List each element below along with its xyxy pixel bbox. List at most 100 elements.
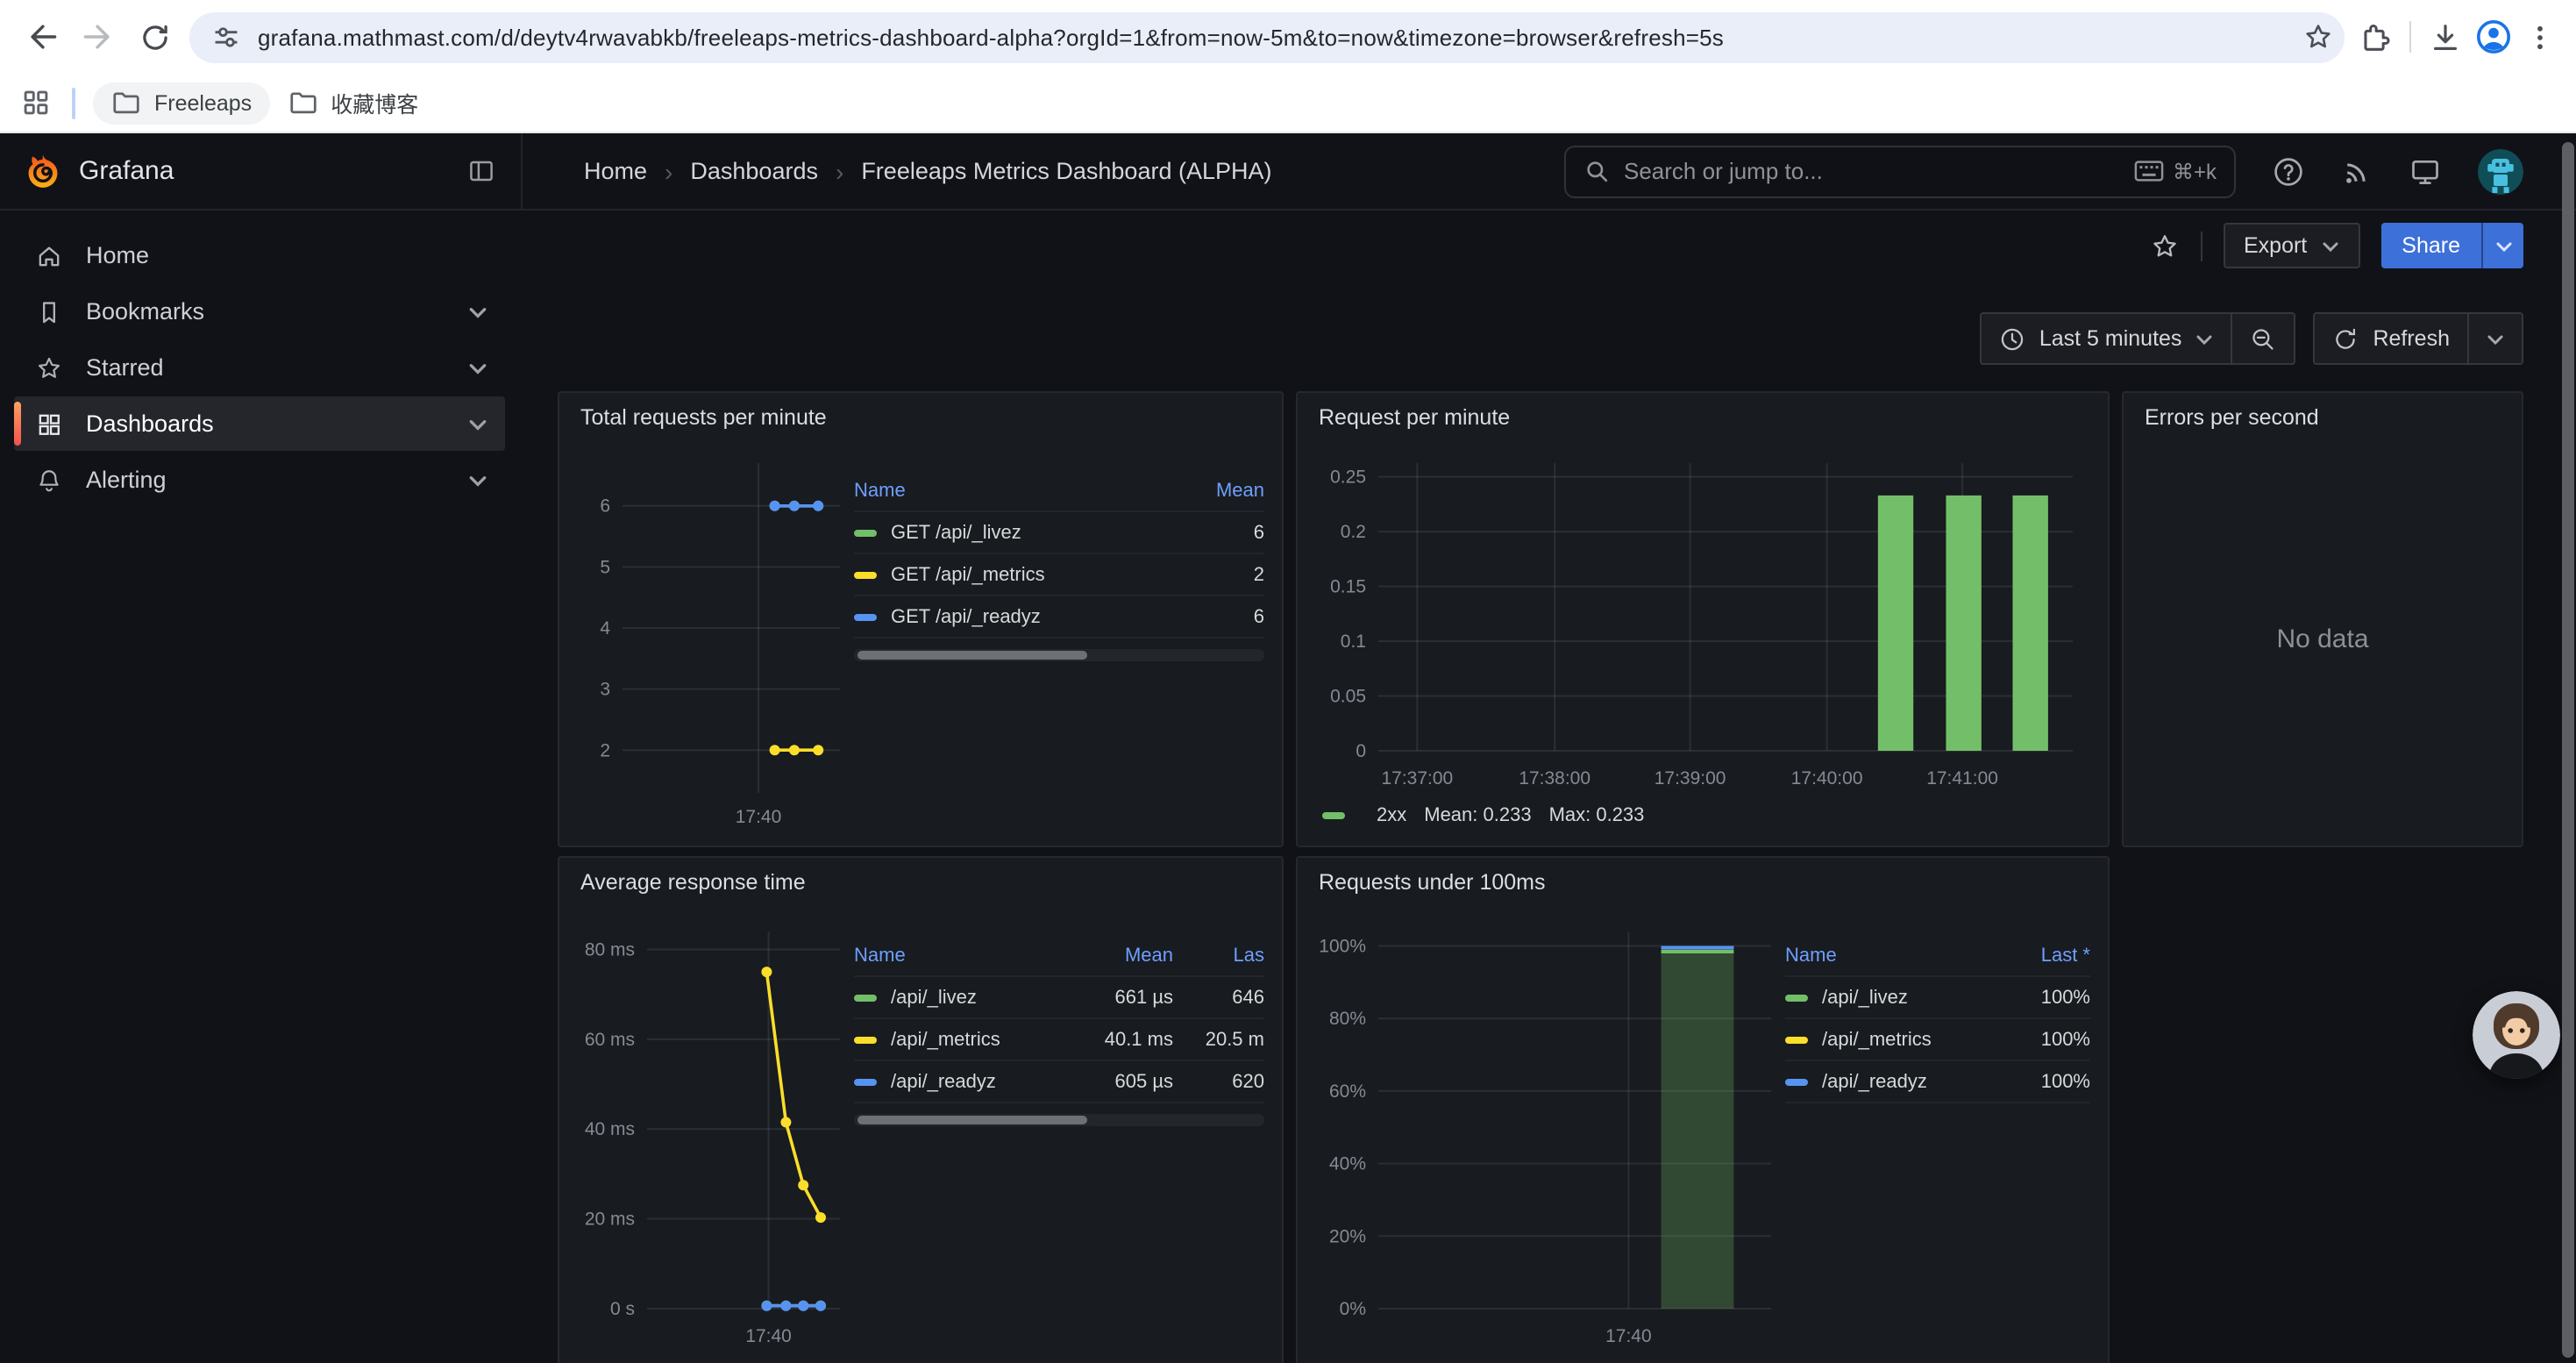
sidebar-item-starred[interactable]: Starred bbox=[14, 340, 505, 395]
forward-icon[interactable] bbox=[70, 9, 126, 65]
series-color-pill bbox=[1785, 1078, 1808, 1085]
chevron-down-icon[interactable] bbox=[468, 471, 487, 489]
legend-column-header[interactable]: Name bbox=[854, 480, 1170, 501]
legend-row[interactable]: /api/_readyz605 µs620 bbox=[854, 1061, 1264, 1103]
collapse-sidebar-icon[interactable] bbox=[466, 156, 496, 186]
series-color-pill bbox=[854, 1036, 877, 1043]
toolbar-separator bbox=[2409, 21, 2411, 53]
sidebar-item-label: Starred bbox=[86, 354, 164, 381]
profile-icon[interactable] bbox=[2474, 18, 2513, 56]
svg-text:20 ms: 20 ms bbox=[585, 1210, 635, 1230]
assistant-avatar[interactable] bbox=[2473, 991, 2560, 1079]
url-text[interactable]: grafana.mathmast.com/d/deytv4rwavabkb/fr… bbox=[258, 24, 2288, 50]
legend-row[interactable]: /api/_readyz100% bbox=[1785, 1061, 2090, 1103]
svg-text:0.2: 0.2 bbox=[1341, 522, 1366, 542]
refresh-interval-chevron[interactable] bbox=[2467, 314, 2522, 363]
panel-title[interactable]: Average response time bbox=[559, 858, 1282, 907]
sidebar-item-bookmarks[interactable]: Bookmarks bbox=[14, 284, 505, 339]
request-per-minute-chart[interactable]: 0.250.20.150.10.05017:37:0017:38:0017:39… bbox=[1315, 442, 2090, 796]
breadcrumb-dashboards[interactable]: Dashboards bbox=[690, 158, 818, 184]
legend-row[interactable]: GET /api/_readyz6 bbox=[854, 596, 1264, 639]
legend-column-header[interactable]: Name bbox=[854, 945, 1082, 966]
legend-column-header[interactable]: Last * bbox=[1996, 945, 2090, 966]
under-100ms-chart[interactable]: 100%80%60%40%20%0%17:40 bbox=[1315, 907, 1785, 1354]
legend-column-header[interactable]: Name bbox=[1785, 945, 1996, 966]
total-requests-chart[interactable]: 6543217:40 bbox=[577, 442, 854, 835]
svg-text:0.05: 0.05 bbox=[1330, 687, 1366, 707]
time-range-label: Last 5 minutes bbox=[2039, 326, 2182, 351]
bookmark-star-icon[interactable] bbox=[2302, 21, 2334, 53]
legend-row[interactable]: GET /api/_livez6 bbox=[854, 512, 1264, 554]
legend-row[interactable]: /api/_livez661 µs646 bbox=[854, 977, 1264, 1019]
export-button[interactable]: Export bbox=[2223, 223, 2359, 268]
bookmark-folder-freeleaps[interactable]: Freeleaps bbox=[93, 82, 269, 124]
chevron-down-icon bbox=[2321, 238, 2338, 253]
zoom-out-button[interactable] bbox=[2231, 314, 2294, 363]
legend-table[interactable]: NameLast * /api/_livez100%/api/_metrics10… bbox=[1785, 907, 2090, 1354]
legend-row[interactable]: /api/_metrics40.1 ms20.5 m bbox=[854, 1019, 1264, 1061]
sidebar-item-dashboards[interactable]: Dashboards bbox=[14, 396, 505, 451]
address-bar[interactable]: grafana.mathmast.com/d/deytv4rwavabkb/fr… bbox=[189, 11, 2345, 62]
panel-title[interactable]: Request per minute bbox=[1298, 393, 2108, 442]
user-avatar[interactable] bbox=[2478, 148, 2523, 194]
bookmark-label: 收藏博客 bbox=[331, 86, 418, 119]
news-rss-icon[interactable] bbox=[2341, 155, 2373, 187]
legend-table[interactable]: NameMeanLas/api/_livez661 µs646/api/_met… bbox=[854, 907, 1264, 1354]
chevron-down-icon[interactable] bbox=[468, 303, 487, 320]
svg-text:40 ms: 40 ms bbox=[585, 1119, 635, 1139]
panel-errors-per-second: Errors per second No data bbox=[2122, 391, 2523, 847]
bookmark-folder-blogs[interactable]: 收藏博客 bbox=[269, 82, 436, 124]
extensions-icon[interactable] bbox=[2359, 20, 2392, 54]
legend-column-header[interactable]: Las bbox=[1173, 945, 1264, 966]
search-shortcut: ⌘+k bbox=[2134, 159, 2217, 183]
bookmarks-bar: Freeleaps 收藏博客 bbox=[0, 74, 2576, 133]
svg-text:0: 0 bbox=[1356, 741, 1366, 761]
legend-row[interactable]: /api/_livez100% bbox=[1785, 977, 2090, 1019]
share-menu-chevron-icon[interactable] bbox=[2481, 223, 2523, 268]
svg-text:17:40: 17:40 bbox=[1605, 1326, 1652, 1346]
breadcrumb: Home › Dashboards › Freeleaps Metrics Da… bbox=[523, 133, 1272, 209]
legend-row[interactable]: 2xx Mean: 0.233 Max: 0.233 bbox=[1315, 796, 2090, 835]
page-scrollbar[interactable] bbox=[2562, 142, 2574, 1358]
help-icon[interactable] bbox=[2273, 155, 2304, 187]
breadcrumb-home[interactable]: Home bbox=[584, 158, 647, 184]
series-color-pill bbox=[1785, 1036, 1808, 1043]
series-label[interactable]: 2xx bbox=[1377, 805, 1406, 826]
legend-column-header[interactable]: Mean bbox=[1082, 945, 1173, 966]
star-icon bbox=[35, 353, 65, 382]
share-button[interactable]: Share bbox=[2380, 223, 2523, 268]
time-range-picker[interactable]: Last 5 minutes bbox=[1982, 314, 2231, 363]
grafana-logo[interactable] bbox=[25, 153, 61, 189]
search-icon bbox=[1583, 158, 1610, 184]
svg-text:60%: 60% bbox=[1329, 1081, 1366, 1102]
keyboard-icon bbox=[2134, 160, 2164, 182]
monitor-icon[interactable] bbox=[2409, 155, 2441, 187]
legend-scrollbar[interactable] bbox=[854, 649, 1264, 661]
legend-row[interactable]: /api/_metrics100% bbox=[1785, 1019, 2090, 1061]
panel-title[interactable]: Requests under 100ms bbox=[1298, 858, 2108, 907]
refresh-button[interactable]: Refresh bbox=[2315, 314, 2467, 363]
series-color-pill bbox=[854, 613, 877, 620]
svg-text:17:39:00: 17:39:00 bbox=[1654, 768, 1726, 789]
avg-response-chart[interactable]: 80 ms60 ms40 ms20 ms0 s17:40 bbox=[577, 907, 854, 1354]
legend-scrollbar[interactable] bbox=[854, 1114, 1264, 1126]
series-color-pill bbox=[854, 994, 877, 1001]
downloads-icon[interactable] bbox=[2429, 20, 2462, 54]
sidebar-item-alerting[interactable]: Alerting bbox=[14, 453, 505, 507]
bookmark-label: Freeleaps bbox=[154, 90, 252, 115]
chevron-down-icon[interactable] bbox=[468, 415, 487, 432]
panel-title[interactable]: Total requests per minute bbox=[559, 393, 1282, 442]
apps-grid-icon[interactable] bbox=[21, 88, 51, 118]
browser-menu-icon[interactable] bbox=[2525, 22, 2555, 52]
legend-column-header[interactable]: Mean bbox=[1170, 480, 1264, 501]
sidebar-item-home[interactable]: Home bbox=[14, 228, 505, 282]
search-input[interactable]: Search or jump to... ⌘+k bbox=[1564, 145, 2236, 197]
panel-title[interactable]: Errors per second bbox=[2124, 393, 2522, 442]
reload-icon[interactable] bbox=[126, 9, 182, 65]
legend-row[interactable]: GET /api/_metrics2 bbox=[854, 554, 1264, 596]
favorite-star-icon[interactable] bbox=[2149, 231, 2179, 260]
back-icon[interactable] bbox=[14, 9, 70, 65]
legend-table[interactable]: NameMean GET /api/_livez6GET /api/_metric… bbox=[854, 442, 1264, 835]
chevron-down-icon[interactable] bbox=[468, 359, 487, 376]
site-settings-icon[interactable] bbox=[212, 23, 240, 51]
